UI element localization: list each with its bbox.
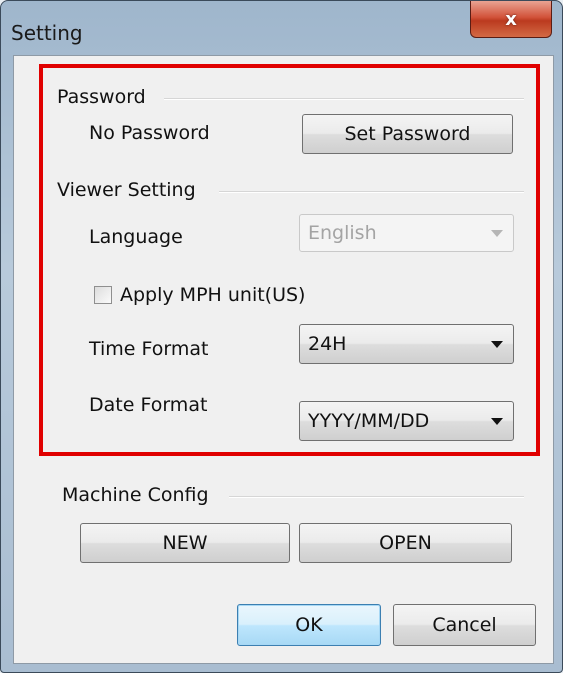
password-status-label: No Password xyxy=(89,122,210,144)
password-section-label: Password xyxy=(57,86,146,108)
language-label: Language xyxy=(89,226,183,248)
time-format-label: Time Format xyxy=(89,338,209,360)
dialog-title: Setting xyxy=(11,21,83,45)
chevron-down-icon xyxy=(491,418,503,425)
mph-checkbox[interactable] xyxy=(94,286,112,304)
set-password-button[interactable]: Set Password xyxy=(302,114,513,154)
open-config-button[interactable]: OPEN xyxy=(299,523,512,563)
viewer-section-divider xyxy=(219,191,524,193)
new-config-button[interactable]: NEW xyxy=(80,523,290,563)
cancel-button[interactable]: Cancel xyxy=(393,604,536,646)
close-icon: x xyxy=(505,8,517,30)
chevron-down-icon xyxy=(491,230,503,237)
close-button[interactable]: x xyxy=(470,1,552,38)
language-value: English xyxy=(308,222,377,244)
password-section-divider xyxy=(164,98,524,100)
machine-config-section-label: Machine Config xyxy=(62,484,209,506)
language-select[interactable]: English xyxy=(299,214,514,252)
title-bar[interactable]: Setting x xyxy=(1,1,562,53)
dialog-client-area: Password No Password Set Password Viewer… xyxy=(13,55,554,664)
date-format-select[interactable]: YYYY/MM/DD xyxy=(299,401,514,441)
machine-config-divider xyxy=(229,496,524,498)
date-format-value: YYYY/MM/DD xyxy=(308,410,430,432)
viewer-section-label: Viewer Setting xyxy=(57,179,196,201)
chevron-down-icon xyxy=(491,341,503,348)
mph-label[interactable]: Apply MPH unit(US) xyxy=(120,284,305,306)
setting-dialog: Setting x Password No Password Set Passw… xyxy=(0,0,563,673)
ok-button[interactable]: OK xyxy=(237,604,381,646)
time-format-select[interactable]: 24H xyxy=(299,324,514,364)
time-format-value: 24H xyxy=(308,333,347,355)
date-format-label: Date Format xyxy=(89,394,208,416)
